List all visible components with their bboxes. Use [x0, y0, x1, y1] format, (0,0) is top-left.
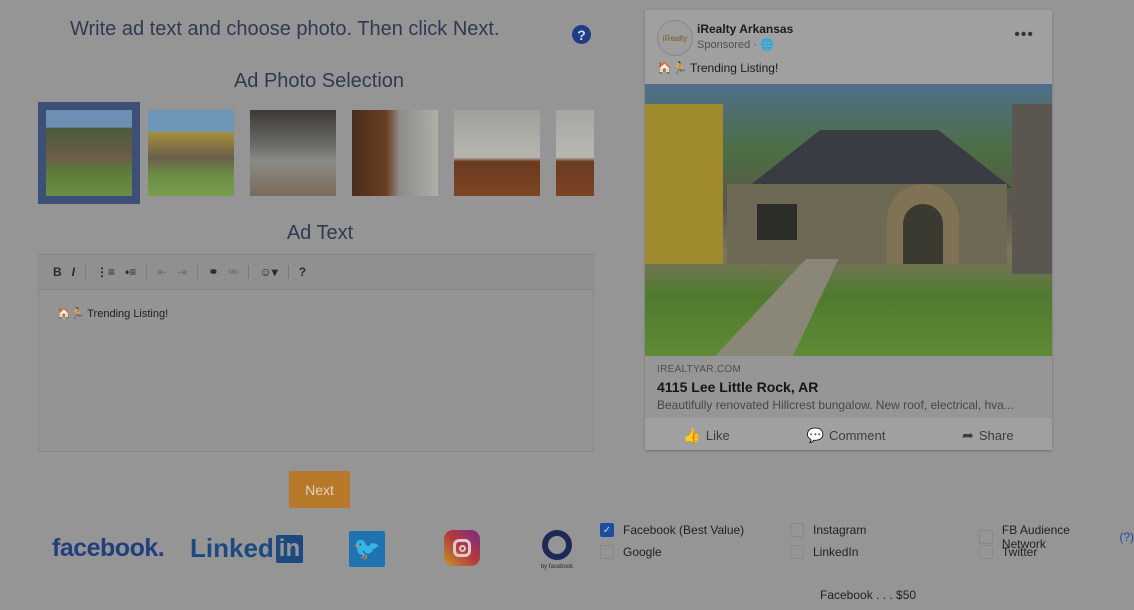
next-button[interactable]: Next [289, 471, 350, 508]
photo-thumb-6[interactable] [556, 110, 594, 196]
preview-headline: 4115 Lee Little Rock, AR [657, 379, 819, 395]
facebook-logo: facebook. [52, 534, 165, 562]
like-button[interactable]: 👍 Like [683, 427, 729, 444]
placement-google[interactable]: Google [600, 545, 662, 559]
checkbox-instagram[interactable] [790, 523, 804, 537]
italic-button[interactable]: I [72, 265, 75, 279]
audience-network-logo: by facebook [538, 530, 576, 578]
preview-domain: IREALTYAR.COM [657, 364, 742, 375]
preview-actions: 👍 Like 💬 Comment ➦ Share [645, 422, 1052, 448]
share-icon: ➦ [962, 426, 974, 443]
placement-instagram[interactable]: Instagram [790, 523, 866, 537]
placement-linkedin[interactable]: LinkedIn [790, 545, 858, 559]
placement-twitter[interactable]: Twitter [979, 545, 1037, 559]
checkbox-linkedin[interactable] [790, 545, 804, 559]
ad-preview-card: iRealty iRealty Arkansas Sponsored · 🌐 •… [645, 10, 1052, 450]
twitter-logo: 🐦 [349, 531, 385, 567]
outdent-icon[interactable]: ⇤ [157, 265, 167, 279]
ad-builder-page: Write ad text and choose photo. Then cli… [0, 0, 1134, 610]
photo-section-title: Ad Photo Selection [233, 70, 405, 92]
ad-text-editor[interactable]: B I ⋮≡ •≡ ⇤ ⇥ ⚭ ⚮ ☺▾ ? 🏠🏃 Trending Listi… [38, 254, 594, 452]
help-icon[interactable]: ? [572, 25, 591, 44]
unlink-icon[interactable]: ⚮ [228, 265, 238, 279]
emoji-icon[interactable]: ☺▾ [259, 265, 277, 279]
placement-facebook[interactable]: ✓ Facebook (Best Value) [600, 523, 744, 537]
photo-thumb-3[interactable] [250, 110, 336, 196]
instagram-logo [444, 530, 480, 566]
bullet-list-icon[interactable]: •≡ [125, 265, 136, 279]
photo-thumb-4[interactable] [352, 110, 438, 196]
ad-text-content[interactable]: 🏠🏃 Trending Listing! [57, 307, 168, 320]
photo-thumb-1-selected[interactable] [38, 102, 140, 204]
page-avatar: iRealty [657, 20, 693, 56]
preview-description: Beautifully renovated Hillcrest bungalow… [657, 398, 1014, 412]
indent-icon[interactable]: ⇥ [177, 265, 187, 279]
linkedin-logo: Linked in [190, 533, 304, 564]
more-options-icon[interactable]: ••• [1014, 26, 1034, 44]
price-summary: Facebook . . . $50 [820, 588, 917, 602]
page-title: Write ad text and choose photo. Then cli… [70, 18, 500, 40]
page-name: iRealty Arkansas [697, 22, 794, 36]
editor-toolbar: B I ⋮≡ •≡ ⇤ ⇥ ⚭ ⚮ ☺▾ ? [39, 255, 593, 290]
preview-post-text: 🏠🏃 Trending Listing! [657, 61, 779, 75]
ad-text-section-title: Ad Text [286, 222, 354, 244]
checkbox-audience-network[interactable] [979, 530, 993, 544]
ordered-list-icon[interactable]: ⋮≡ [96, 265, 115, 279]
checkbox-facebook[interactable]: ✓ [600, 523, 614, 537]
audience-network-help-link[interactable]: (?) [1119, 530, 1134, 544]
editor-help-icon[interactable]: ? [299, 265, 306, 279]
link-icon[interactable]: ⚭ [208, 265, 218, 279]
preview-link-box[interactable]: IREALTYAR.COM 4115 Lee Little Rock, AR B… [645, 356, 1052, 418]
photo-thumb-2[interactable] [148, 110, 234, 196]
share-button[interactable]: ➦ Share [962, 427, 1013, 444]
sponsored-label: Sponsored · 🌐 [697, 39, 774, 51]
photo-thumb-5[interactable] [454, 110, 540, 196]
checkbox-google[interactable] [600, 545, 614, 559]
checkbox-twitter[interactable] [979, 545, 993, 559]
comment-icon: 💬 [806, 426, 824, 443]
photo-strip [38, 102, 594, 204]
comment-button[interactable]: 💬 Comment [807, 427, 886, 444]
preview-photo [645, 84, 1052, 356]
thumbs-up-icon: 👍 [683, 426, 701, 443]
bold-button[interactable]: B [53, 265, 62, 279]
